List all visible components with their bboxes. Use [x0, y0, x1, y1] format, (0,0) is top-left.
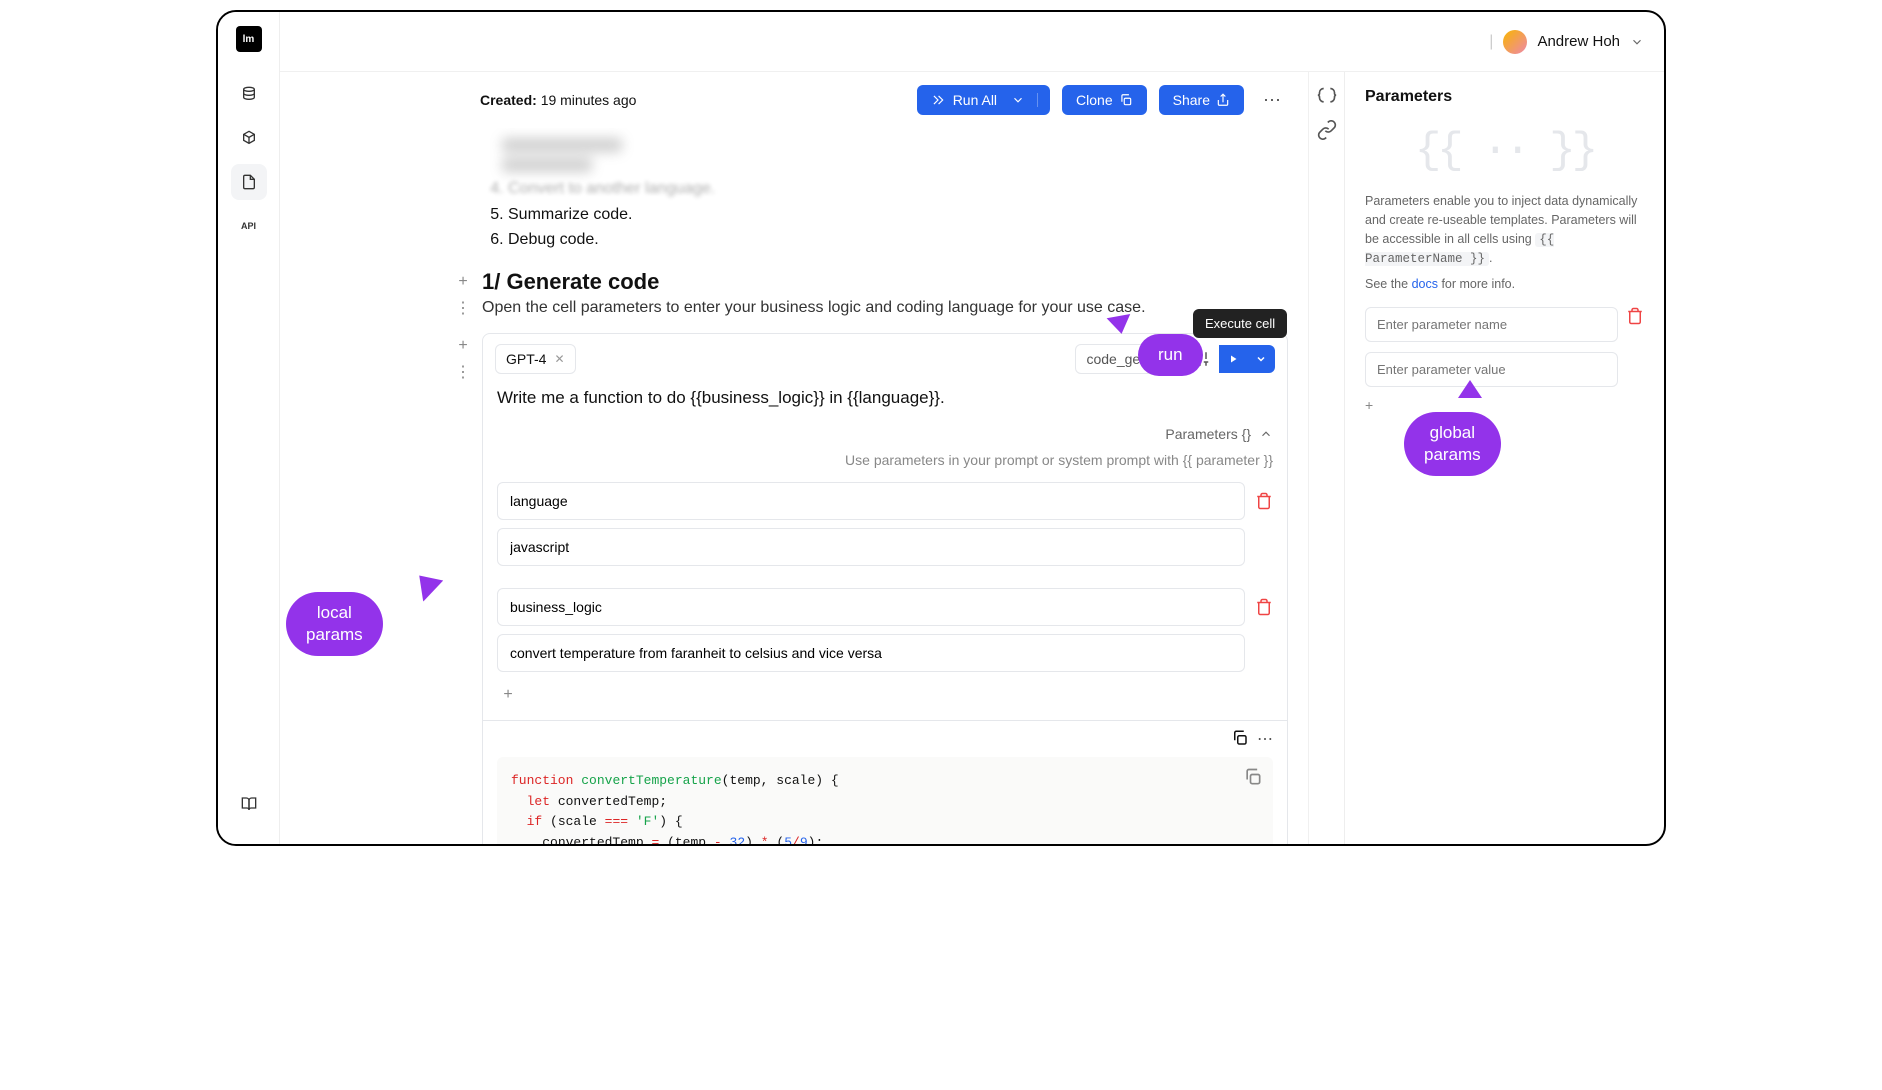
list-item: Summarize code.	[508, 202, 1288, 228]
param-name-input[interactable]	[497, 482, 1245, 520]
created-label: Created: 19 minutes ago	[480, 92, 636, 108]
add-cell-button[interactable]: +	[452, 271, 474, 293]
parameters-panel-title: Parameters	[1365, 88, 1644, 106]
run-all-button[interactable]: Run All	[917, 85, 1050, 115]
parameters-hint: Use parameters in your prompt or system …	[483, 446, 1287, 482]
user-name: Andrew Hoh	[1537, 33, 1620, 50]
global-param-value-input[interactable]	[1365, 352, 1618, 387]
trash-icon[interactable]	[1255, 492, 1273, 510]
link-icon[interactable]	[1317, 120, 1337, 140]
prompt-text[interactable]: Write me a function to do {{business_log…	[483, 384, 1287, 422]
run-cell-dropdown[interactable]	[1247, 345, 1275, 373]
execute-tooltip: Execute cell	[1193, 309, 1287, 338]
cube-icon[interactable]	[231, 120, 267, 156]
model-chip[interactable]: GPT-4 ✕	[495, 344, 576, 374]
fast-forward-icon	[931, 93, 945, 107]
section-subtitle: Open the cell parameters to enter your b…	[482, 299, 1288, 317]
database-icon[interactable]	[231, 76, 267, 112]
chevron-up-icon	[1259, 427, 1273, 441]
file-icon[interactable]	[231, 164, 267, 200]
remove-model-icon[interactable]: ✕	[554, 352, 564, 366]
run-callout: run	[1138, 334, 1203, 376]
docs-link[interactable]: docs	[1412, 277, 1438, 291]
add-cell-button[interactable]: +	[452, 335, 474, 357]
cell-menu-button[interactable]: ⋮	[452, 297, 474, 319]
chevron-down-icon	[1630, 35, 1644, 49]
trash-icon[interactable]	[1255, 598, 1273, 616]
list-item: Convert to another language.	[508, 176, 1288, 202]
clone-button[interactable]: Clone	[1062, 85, 1147, 115]
param-name-input[interactable]	[497, 588, 1245, 626]
share-button[interactable]: Share	[1159, 85, 1244, 115]
parameters-docs-link: See the docs for more info.	[1365, 277, 1644, 291]
parameters-description: Parameters enable you to inject data dyn…	[1365, 192, 1644, 269]
user-menu[interactable]: | Andrew Hoh	[1489, 30, 1644, 54]
braces-icon[interactable]	[1317, 86, 1337, 106]
add-param-button[interactable]: +	[497, 684, 519, 706]
trash-icon[interactable]	[1626, 307, 1644, 325]
share-icon	[1216, 93, 1230, 107]
avatar	[1503, 30, 1527, 54]
chevron-down-icon	[1011, 93, 1025, 107]
parameters-illustration: {{ ·· }}	[1365, 126, 1644, 176]
code-output: function convertTemperature(temp, scale)…	[497, 757, 1273, 844]
api-icon[interactable]: API	[231, 208, 267, 244]
global-param-name-input[interactable]	[1365, 307, 1618, 342]
section-heading: 1/ Generate code	[482, 269, 1288, 295]
copy-icon	[1119, 93, 1133, 107]
parameters-toggle[interactable]: Parameters {}	[483, 422, 1287, 446]
local-params-callout: local params	[286, 592, 383, 656]
list-item: Debug code.	[508, 227, 1288, 253]
cell-menu-button[interactable]: ⋮	[452, 361, 474, 383]
output-more-button[interactable]: ⋯	[1257, 729, 1273, 749]
copy-icon[interactable]	[1243, 767, 1263, 787]
app-logo[interactable]: lm	[236, 26, 262, 52]
chevron-down-icon	[1255, 353, 1267, 365]
more-menu-button[interactable]: ⋯	[1256, 84, 1288, 116]
copy-icon[interactable]	[1231, 729, 1249, 747]
play-icon	[1227, 353, 1239, 365]
run-cell-button[interactable]	[1219, 345, 1247, 373]
param-value-input[interactable]	[497, 634, 1245, 672]
book-icon[interactable]	[231, 786, 267, 822]
add-global-param-button[interactable]: +	[1365, 397, 1644, 413]
param-value-input[interactable]	[497, 528, 1245, 566]
global-params-callout: global params	[1404, 412, 1501, 476]
